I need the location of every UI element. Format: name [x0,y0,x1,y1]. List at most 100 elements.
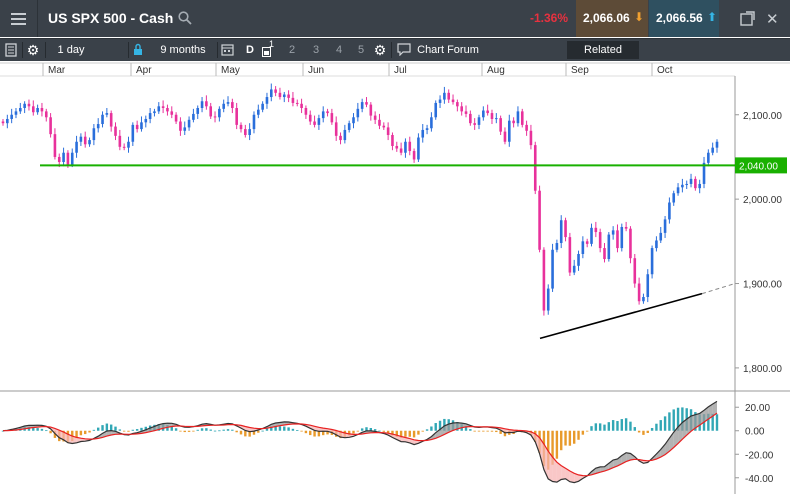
macd-histogram-bar [477,430,481,432]
draw-mode-button[interactable]: D [244,39,256,61]
layout-3-button[interactable]: 3 [310,39,322,61]
macd-y-tick-label: -20.00 [745,450,774,461]
macd-histogram-bar [209,429,212,431]
chart-canvas[interactable]: Mar Apr May Jun Jul Aug Sep Oct 2,100.00 2,000.0… [0,61,790,494]
popout-icon[interactable] [740,11,755,26]
macd-histogram-bar [135,429,139,431]
macd-histogram-bar [603,424,606,431]
candle [118,129,122,151]
macd-histogram-bar [109,424,113,431]
candle-body [157,106,161,112]
candle-body [460,106,463,112]
calendar-icon[interactable] [221,43,234,56]
buy-price-button[interactable]: 2,066.56 ⬆ [649,0,719,37]
close-icon[interactable]: ✕ [766,10,779,28]
candle [248,123,251,141]
candle-body [642,297,645,302]
candle-body [408,141,412,152]
candle-body [378,119,381,126]
y-tick-label: 2,000.00 [743,195,782,206]
y-tick-label: 1,800.00 [743,364,782,375]
candle-body [44,111,48,118]
candle-body [495,118,498,120]
macd-histogram-bar [265,428,269,431]
macd-histogram-bar [36,428,39,431]
instrument-title: US SPX 500 - Cash [48,10,174,26]
candle-body [282,94,286,98]
candle [590,223,593,247]
candle [533,141,537,195]
candle-body [252,114,256,130]
candle-body [105,113,109,115]
candle [23,101,26,114]
candle-body [404,141,407,153]
candle-body [451,99,455,103]
layout-icon[interactable]: 1 [260,39,276,61]
macd-histogram-bar [309,430,312,436]
macd-histogram-bar [568,430,572,446]
candle [391,132,394,151]
candle [555,239,559,253]
macd-histogram-bar [495,430,498,433]
chart-settings-icon[interactable]: ⚙ [373,39,387,61]
candle-body [616,230,619,249]
sell-price-button[interactable]: 2,066.06 ⬇ [576,0,648,37]
candle [655,236,658,252]
macd-histogram-bar [231,429,234,431]
candle-body [96,124,100,129]
x-tick-label-aug: Aug [487,65,505,76]
candle [434,100,438,120]
candle-body [153,111,156,114]
interval-select[interactable]: 1 day [48,39,94,61]
candle [594,221,598,238]
forum-icon[interactable] [397,43,411,56]
candle [205,95,208,110]
x-tick-label-oct: Oct [657,65,673,76]
layout-5-button[interactable]: 5 [355,39,367,61]
candle [503,127,507,145]
macd-histogram-bar [218,430,221,432]
period-select[interactable]: 9 months [152,39,214,61]
macd-histogram-bar [97,427,100,431]
layout-1-label: 1 [269,39,275,49]
candle [161,100,165,114]
macd-histogram-bar [607,422,611,431]
macd-histogram-bar [404,430,407,437]
macd-histogram-bar [663,416,667,431]
related-button[interactable]: Related [567,41,639,59]
candle [244,124,247,138]
search-icon[interactable] [178,11,192,25]
macd-histogram-bar [473,430,476,432]
list-icon[interactable] [4,43,18,57]
candle-body [443,92,446,100]
chart-area[interactable]: Mar Apr May Jun Jul Aug Sep Oct 2,100.00 2,000.0… [0,61,790,494]
candle [339,132,342,145]
layout-4-button[interactable]: 4 [333,39,345,61]
macd-histogram-bar [192,430,195,432]
candle [607,232,611,262]
macd-histogram-bar [84,430,87,435]
candle [616,224,619,253]
candle-body [668,202,671,220]
settings-icon[interactable]: ⚙ [26,39,40,61]
candle [109,110,113,132]
candle-body [369,104,373,116]
candle-body [339,135,342,141]
x-tick-label-may: May [221,65,240,76]
candle-body [629,228,632,259]
candle-body [421,129,425,138]
menu-icon[interactable] [0,0,38,37]
lock-icon[interactable] [133,43,143,56]
macd-histogram-bar [629,421,632,431]
candle-body [417,137,420,160]
candle [192,108,195,123]
layout-2-button[interactable]: 2 [286,39,298,61]
macd-histogram-bar [560,430,563,451]
candle [166,104,169,116]
candle [10,108,13,124]
candle [425,124,429,135]
candle [568,232,572,276]
candle-body [659,232,663,241]
candle-body [456,102,459,107]
chart-forum-button[interactable]: Chart Forum [417,39,479,61]
